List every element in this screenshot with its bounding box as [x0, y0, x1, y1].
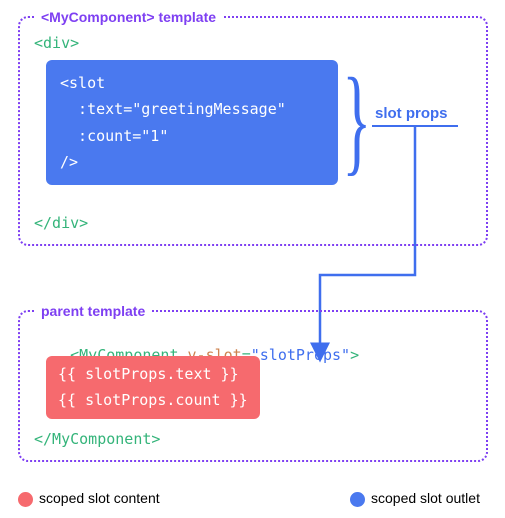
close-div-tag: </div> — [34, 214, 88, 232]
legend-right-text: scoped slot outlet — [371, 490, 480, 506]
red-dot-icon — [18, 492, 33, 507]
box1-title: <MyComponent> template — [35, 9, 222, 25]
tag-close-bracket: > — [350, 346, 359, 364]
scoped-slot-content-code: {{ slotProps.text }} {{ slotProps.count … — [46, 356, 260, 419]
legend-left-text: scoped slot content — [39, 490, 160, 506]
box2-title: parent template — [35, 303, 151, 319]
mycomponent-close-tag: </MyComponent> — [34, 430, 160, 448]
curly-brace-icon: } — [342, 60, 371, 180]
legend-scoped-slot-content: scoped slot content — [18, 490, 160, 507]
slot-props-label: slot props — [375, 105, 448, 122]
vslot-value: "slotProps" — [251, 346, 350, 364]
legend-scoped-slot-outlet: scoped slot outlet — [350, 490, 480, 507]
underline — [372, 125, 458, 127]
mycomponent-template-box: <MyComponent> template <div> <slot :text… — [18, 16, 488, 246]
open-div-tag: <div> — [34, 34, 79, 52]
parent-template-box: parent template <MyComponent v-slot="slo… — [18, 310, 488, 462]
blue-dot-icon — [350, 492, 365, 507]
slot-element-code: <slot :text="greetingMessage" :count="1"… — [46, 60, 338, 185]
